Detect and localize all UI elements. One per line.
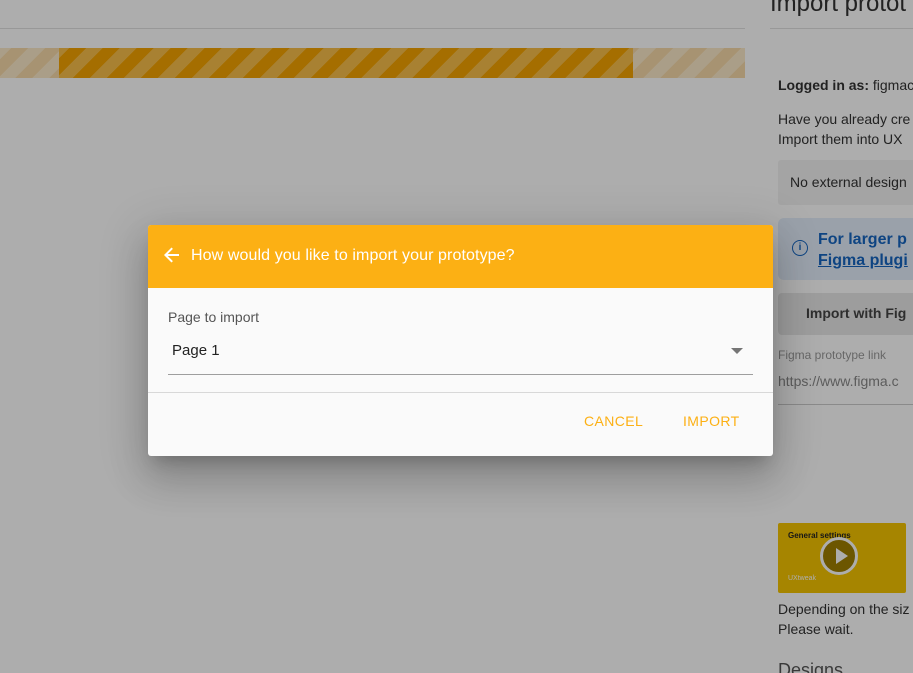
chevron-down-icon: [731, 348, 743, 354]
dialog-header: How would you like to import your protot…: [148, 225, 773, 288]
dialog-body: Page to import Page 1: [148, 288, 773, 393]
back-arrow-icon[interactable]: [164, 247, 180, 263]
page-select-value: Page 1: [172, 342, 220, 359]
cancel-button[interactable]: CANCEL: [584, 413, 643, 429]
import-prototype-dialog: How would you like to import your protot…: [148, 225, 773, 456]
dialog-title: How would you like to import your protot…: [191, 247, 515, 264]
dialog-actions: CANCEL IMPORT: [148, 393, 773, 456]
import-button[interactable]: IMPORT: [683, 413, 740, 429]
page-to-import-label: Page to import: [168, 309, 260, 325]
page-select[interactable]: Page 1: [168, 336, 753, 375]
